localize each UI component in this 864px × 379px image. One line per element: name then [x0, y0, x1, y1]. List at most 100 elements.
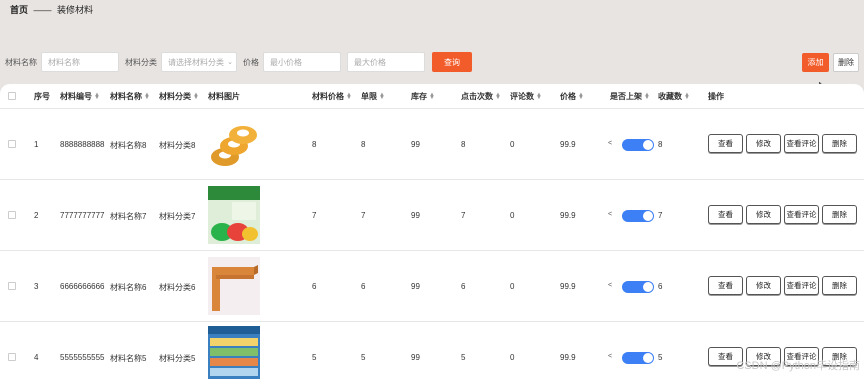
toggle-knob — [643, 353, 653, 363]
header-actions: 操作 — [708, 92, 724, 101]
header-clicks[interactable]: 点击次数 ▲ ▼ — [461, 91, 501, 102]
header-price[interactable]: 价格 ▲ ▼ — [560, 91, 584, 102]
sort-icon[interactable]: ▲ ▼ — [379, 92, 385, 101]
view-button[interactable]: 查看 — [708, 205, 743, 224]
view-comments-button[interactable]: 查看评论 — [784, 134, 819, 153]
material-image[interactable] — [208, 326, 260, 379]
add-button[interactable]: 添加 — [802, 53, 829, 72]
table-row: 4 5555555555 材料名称5 材料分类5 5 5 99 5 0 99.9… — [0, 321, 864, 379]
cell-clicks: 8 — [461, 140, 466, 149]
share-icon[interactable]: < — [608, 211, 612, 218]
cell-category: 材料分类8 — [159, 141, 196, 150]
table-header: 序号 材料编号 ▲ ▼ 材料名称 ▲ ▼ 材料分类 ▲ ▼ 材料图片 材料价格 ▲ ▼ 单限 ▲ ▼… — [0, 84, 864, 108]
cell-limit: 8 — [361, 140, 366, 149]
material-image[interactable] — [208, 115, 260, 173]
breadcrumb-home[interactable]: 首页 — [10, 5, 28, 15]
name-input[interactable]: 材料名称 — [41, 52, 119, 72]
cell-code: 6666666666 — [60, 282, 105, 291]
breadcrumb: 首页 —— 装修材料 — [10, 3, 93, 16]
toggle-knob — [643, 140, 653, 150]
cell-stock: 99 — [411, 211, 420, 220]
header-code[interactable]: 材料编号 ▲ ▼ — [60, 91, 100, 102]
header-stock[interactable]: 库存 ▲ ▼ — [411, 91, 435, 102]
header-material-price[interactable]: 材料价格 ▲ ▼ — [312, 91, 352, 102]
search-button[interactable]: 查询 — [432, 52, 472, 72]
cell-material-price: 6 — [312, 282, 317, 291]
share-icon[interactable]: < — [608, 353, 612, 360]
header-comments-label: 评论数 — [510, 92, 534, 101]
sort-icon[interactable]: ▲ ▼ — [578, 92, 584, 101]
on-shelf-toggle[interactable] — [622, 210, 654, 222]
header-name[interactable]: 材料名称 ▲ ▼ — [110, 91, 150, 102]
cell-material-price: 8 — [312, 140, 317, 149]
cell-price: 99.9 — [560, 211, 576, 220]
header-comments[interactable]: 评论数 ▲ ▼ — [510, 91, 542, 102]
cell-price: 99.9 — [560, 140, 576, 149]
view-comments-button[interactable]: 查看评论 — [784, 205, 819, 224]
cell-category: 材料分类5 — [159, 354, 196, 363]
delete-button[interactable]: 删除 — [822, 205, 857, 224]
category-select[interactable]: 请选择材料分类 ⌄ — [161, 52, 237, 72]
header-limit[interactable]: 单限 ▲ ▼ — [361, 91, 385, 102]
cell-index: 4 — [34, 353, 39, 362]
edit-button[interactable]: 修改 — [746, 205, 781, 224]
cell-code: 5555555555 — [60, 353, 105, 362]
material-image[interactable] — [208, 186, 260, 244]
table-row: 1 8888888888 材料名称8 材料分类8 8 8 99 8 0 99.9… — [0, 108, 864, 179]
category-placeholder: 请选择材料分类 — [168, 57, 224, 67]
row-checkbox[interactable] — [8, 282, 16, 290]
row-checkbox[interactable] — [8, 140, 16, 148]
cell-favorites: 6 — [658, 282, 663, 291]
share-icon[interactable]: < — [608, 140, 612, 147]
view-comments-button[interactable]: 查看评论 — [784, 276, 819, 295]
sort-icon[interactable]: ▲ ▼ — [429, 92, 435, 101]
search-bar: 材料名称 材料名称 材料分类 请选择材料分类 ⌄ 价格 最小价格 最大价格 — [5, 52, 485, 72]
sort-icon[interactable]: ▲ ▼ — [684, 92, 690, 101]
row-checkbox[interactable] — [8, 211, 16, 219]
batch-delete-button[interactable]: 删除 — [833, 53, 859, 72]
header-category-label: 材料分类 — [159, 92, 191, 101]
sort-icon[interactable]: ▲ ▼ — [346, 92, 352, 101]
on-shelf-toggle[interactable] — [622, 281, 654, 293]
cell-price: 99.9 — [560, 353, 576, 362]
edit-button[interactable]: 修改 — [746, 134, 781, 153]
header-on-shelf[interactable]: 是否上架 ▲ ▼ — [610, 91, 650, 102]
breadcrumb-separator: —— — [33, 5, 52, 15]
cell-name: 材料名称7 — [110, 212, 147, 221]
cell-limit: 7 — [361, 211, 366, 220]
on-shelf-toggle[interactable] — [622, 139, 654, 151]
cell-stock: 99 — [411, 353, 420, 362]
min-price-input[interactable]: 最小价格 — [263, 52, 341, 72]
edit-button[interactable]: 修改 — [746, 276, 781, 295]
header-clicks-label: 点击次数 — [461, 92, 493, 101]
breadcrumb-current: 装修材料 — [57, 5, 94, 15]
view-button[interactable]: 查看 — [708, 134, 743, 153]
select-all-checkbox[interactable] — [8, 92, 16, 100]
header-category[interactable]: 材料分类 ▲ ▼ — [159, 91, 199, 102]
max-price-input[interactable]: 最大价格 — [347, 52, 425, 72]
delete-button[interactable]: 删除 — [822, 276, 857, 295]
watermark: CSDN @Python毕设指南 — [736, 360, 860, 372]
header-name-label: 材料名称 — [110, 92, 142, 101]
row-checkbox[interactable] — [8, 353, 16, 361]
sort-icon[interactable]: ▲ ▼ — [144, 92, 150, 101]
sort-icon[interactable]: ▲ ▼ — [193, 92, 199, 101]
sort-icon[interactable]: ▲ ▼ — [495, 92, 501, 101]
share-icon[interactable]: < — [608, 282, 612, 289]
on-shelf-toggle[interactable] — [622, 352, 654, 364]
header-favorites[interactable]: 收藏数 ▲ ▼ — [658, 91, 690, 102]
delete-button[interactable]: 删除 — [822, 134, 857, 153]
header-image: 材料图片 — [208, 92, 240, 101]
header-stock-label: 库存 — [411, 92, 427, 101]
cell-favorites: 5 — [658, 353, 663, 362]
cell-material-price: 5 — [312, 353, 317, 362]
sort-icon[interactable]: ▲ ▼ — [94, 92, 100, 101]
table-row: 2 7777777777 材料名称7 材料分类7 7 7 99 7 0 99.9… — [0, 179, 864, 250]
view-button[interactable]: 查看 — [708, 276, 743, 295]
header-favorites-label: 收藏数 — [658, 92, 682, 101]
name-label: 材料名称 — [5, 57, 37, 67]
sort-icon[interactable]: ▲ ▼ — [644, 92, 650, 101]
header-material-price-label: 材料价格 — [312, 92, 344, 101]
sort-icon[interactable]: ▲ ▼ — [536, 92, 542, 101]
material-image[interactable] — [208, 257, 260, 315]
